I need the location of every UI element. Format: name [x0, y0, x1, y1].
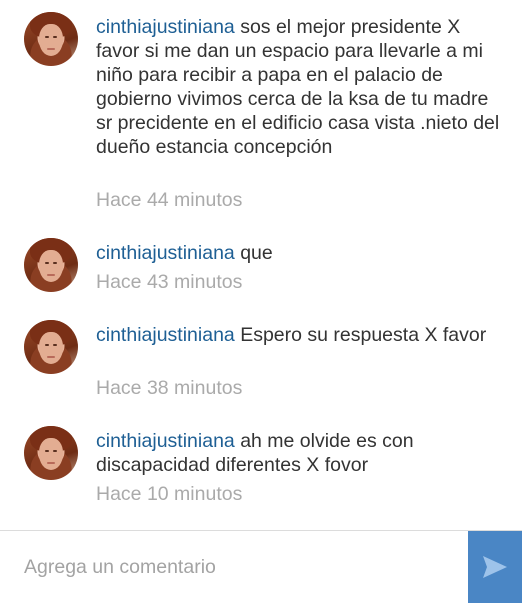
comment-text-block: cinthiajustiniana Espero su respuesta X …: [96, 323, 501, 347]
avatar[interactable]: [24, 426, 78, 480]
comment-username[interactable]: cinthiajustiniana: [96, 242, 235, 264]
comment-input[interactable]: [0, 531, 468, 603]
comment-text-block: cinthiajustiniana ah me olvide es con di…: [96, 429, 501, 477]
comment-username[interactable]: cinthiajustiniana: [96, 430, 235, 452]
comment-username[interactable]: cinthiajustiniana: [96, 324, 235, 346]
comment-timestamp: Hace 43 minutos: [96, 271, 243, 293]
avatar[interactable]: [24, 320, 78, 374]
avatar[interactable]: [24, 238, 78, 292]
comment-text-block: cinthiajustiniana que: [96, 241, 501, 265]
comment-body: Espero su respuesta X favor: [240, 324, 487, 346]
comment-timestamp: Hace 44 minutos: [96, 189, 243, 211]
comment-composer: [0, 531, 522, 603]
comment-body: que: [240, 242, 273, 264]
comment-username[interactable]: cinthiajustiniana: [96, 16, 235, 38]
send-button[interactable]: [468, 531, 522, 603]
comment-timestamp: Hace 10 minutos: [96, 483, 243, 505]
send-arrow-icon: [483, 556, 507, 578]
comment-text-block: cinthiajustiniana sos el mejor president…: [96, 15, 501, 159]
comment-timestamp: Hace 38 minutos: [96, 377, 243, 399]
avatar[interactable]: [24, 12, 78, 66]
